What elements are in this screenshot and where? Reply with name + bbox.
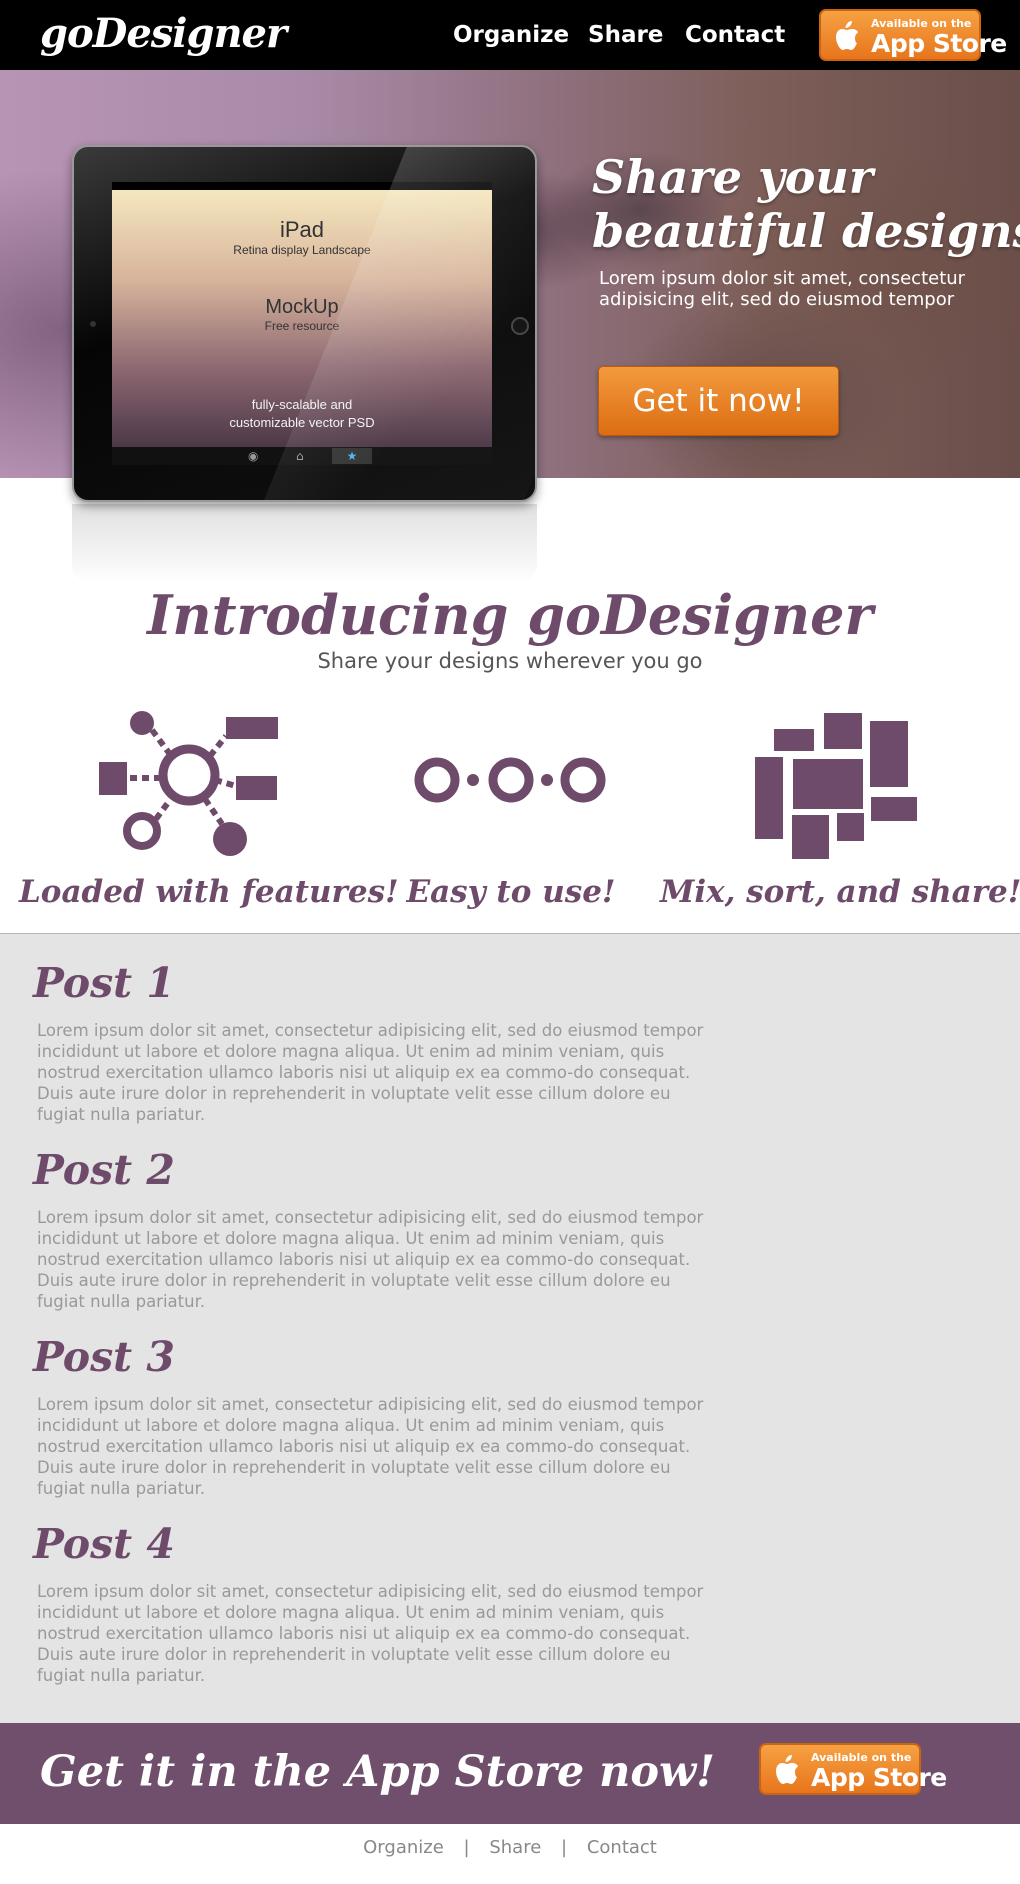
network-icon: [99, 711, 278, 856]
post-body-1: Lorem ipsum dolor sit amet, consectetur …: [37, 1021, 704, 1124]
apple-icon: [776, 1755, 798, 1784]
post-title-3[interactable]: Post 3: [33, 1332, 175, 1382]
post-title-2[interactable]: Post 2: [33, 1145, 175, 1195]
hero-title: Share your beautiful designs: [592, 150, 1020, 258]
app-store-button[interactable]: Available on the App Store: [819, 9, 1007, 61]
footer-link-organize[interactable]: Organize: [363, 1836, 444, 1860]
hero-text: Lorem ipsum dolor sit amet, consectetur …: [599, 268, 966, 310]
post-body-3: Lorem ipsum dolor sit amet, consectetur …: [37, 1395, 704, 1498]
hero-title-line1: Share your: [592, 150, 874, 204]
post-title-1[interactable]: Post 1: [33, 958, 175, 1008]
post-title-4[interactable]: Post 4: [33, 1519, 175, 1569]
logo[interactable]: goDesigner: [40, 10, 287, 58]
circles-icon: [414, 757, 606, 803]
nav-organize[interactable]: Organize: [453, 20, 569, 50]
get-it-now-button[interactable]: Get it now!: [598, 366, 839, 436]
ipad-camera: [90, 321, 96, 327]
app-store-banner: Get it in the App Store now! Available o…: [0, 1723, 1020, 1824]
ipad-reflection: [72, 504, 537, 584]
post-body-2: Lorem ipsum dolor sit amet, consectetur …: [37, 1208, 704, 1311]
blocks-icon: [755, 713, 917, 859]
top-header: goDesigner Organize Share Contact Availa…: [0, 0, 1020, 70]
hero-title-line2: beautiful designs: [592, 204, 1020, 258]
feature-label-mix: Mix, sort, and share!: [660, 874, 1020, 910]
banner-app-store-button[interactable]: Available on the App Store: [759, 1743, 947, 1795]
footer-separator: |: [561, 1837, 568, 1858]
footer-link-contact[interactable]: Contact: [587, 1836, 657, 1860]
feature-label-easy: Easy to use!: [406, 874, 616, 910]
ipad-mockup: iPad Retina display Landscape MockUp Fre…: [72, 145, 537, 502]
footer-separator: |: [463, 1837, 470, 1858]
intro-subtitle: Share your designs wherever you go: [317, 649, 703, 673]
appstore-big-label: App Store: [871, 29, 1007, 58]
banner-text: Get it in the App Store now!: [40, 1747, 715, 1797]
apple-icon: [836, 21, 858, 50]
camera-icon: ◉: [248, 449, 259, 463]
banner-appstore-big-label: App Store: [811, 1763, 947, 1792]
footer-nav: Organize | Share | Contact: [0, 1836, 1020, 1860]
feature-label-features: Loaded with features!: [19, 874, 399, 910]
nav-contact[interactable]: Contact: [685, 20, 785, 50]
footer-link-share[interactable]: Share: [489, 1836, 541, 1860]
post-body-4: Lorem ipsum dolor sit amet, consectetur …: [37, 1582, 704, 1685]
intro-title: Introducing goDesigner: [147, 583, 873, 647]
nav-share[interactable]: Share: [588, 20, 663, 50]
posts-section: Post 1 Lorem ipsum dolor sit amet, conse…: [0, 933, 1020, 1723]
